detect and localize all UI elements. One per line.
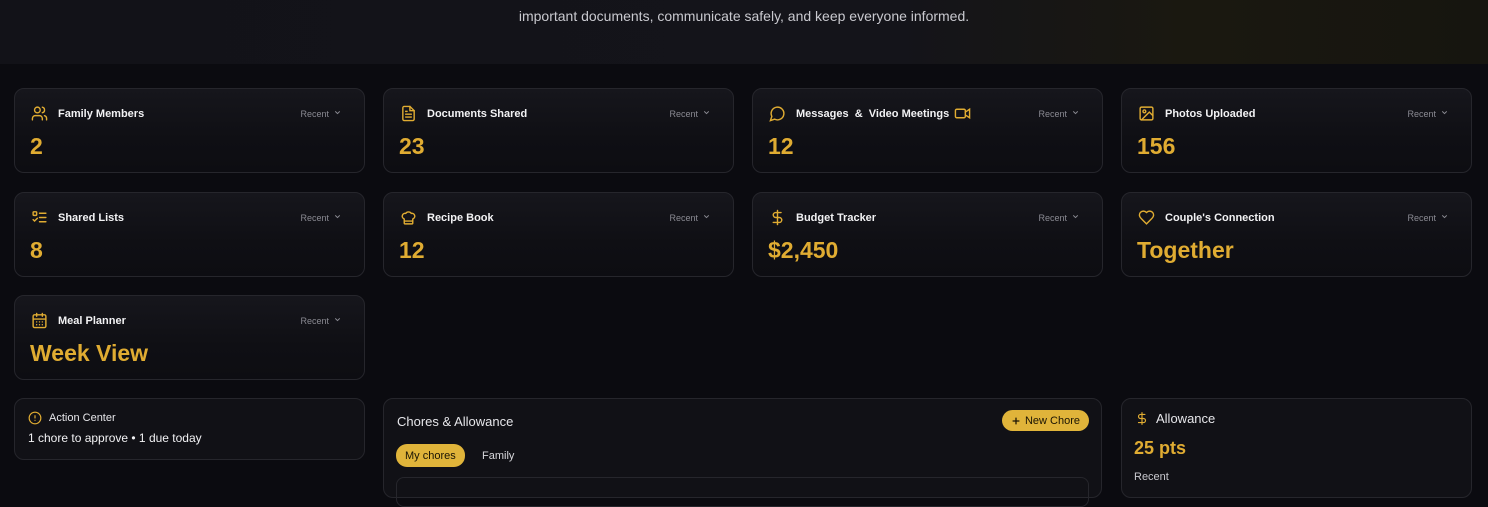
heart-icon: [1138, 209, 1155, 226]
tab-label: Family: [482, 450, 515, 462]
allowance-subtitle: Recent: [1134, 471, 1169, 483]
filter-label: Recent: [300, 315, 329, 326]
filter-dropdown[interactable]: Recent: [1038, 108, 1080, 119]
tab-label: My chores: [405, 449, 456, 462]
checklist-icon: [31, 209, 48, 226]
card-title: Budget Tracker: [796, 211, 877, 224]
chevron-down-icon: [1440, 108, 1449, 119]
allowance-value: 25 pts: [1134, 438, 1187, 458]
card-photos-uploaded[interactable]: Photos Uploaded Recent 156: [1121, 88, 1472, 173]
dollar-icon: [769, 209, 786, 226]
card-recipe-book[interactable]: Recipe Book Recent 12: [383, 192, 734, 277]
filter-dropdown[interactable]: Recent: [300, 108, 342, 119]
filter-dropdown[interactable]: Recent: [669, 212, 711, 223]
chores-title: Chores & Allowance: [397, 414, 514, 429]
chores-panel: Chores & Allowance New Chore My chores F…: [383, 398, 1102, 507]
card-budget-tracker[interactable]: Budget Tracker Recent $2,450: [752, 192, 1103, 277]
filter-dropdown[interactable]: Recent: [1407, 108, 1449, 119]
chat-bubble-icon: [769, 105, 786, 122]
alert-circle-icon: [28, 411, 42, 425]
image-icon: [1138, 105, 1155, 122]
chef-hat-icon: [400, 209, 417, 226]
hero-description: important documents, communicate safely,…: [518, 8, 970, 24]
card-value: 23: [399, 133, 425, 159]
filter-dropdown[interactable]: Recent: [300, 315, 342, 326]
filter-label: Recent: [1038, 108, 1067, 119]
card-messages-video-meetings[interactable]: Messages & Video Meetings Recent 12: [752, 88, 1103, 173]
filter-dropdown[interactable]: Recent: [669, 108, 711, 119]
allowance-title: Allowance: [1156, 411, 1216, 426]
card-meal-planner[interactable]: Meal Planner Recent Week View: [14, 295, 365, 380]
hero-banner: important documents, communicate safely,…: [0, 0, 1488, 64]
card-value: 8: [30, 237, 43, 263]
card-title: Couple's Connection: [1165, 211, 1275, 224]
tab-family[interactable]: Family: [482, 450, 514, 462]
card-value: $2,450: [768, 237, 839, 263]
chevron-down-icon: [1071, 108, 1080, 119]
calendar-icon: [31, 312, 48, 329]
card-value: 12: [768, 133, 794, 159]
action-center-summary: 1 chore to approve • 1 due today: [28, 431, 202, 445]
filter-label: Recent: [300, 108, 329, 119]
card-title: Photos Uploaded: [1165, 107, 1256, 120]
card-title: Family Members: [58, 107, 145, 120]
document-icon: [400, 105, 417, 122]
tab-my-chores[interactable]: My chores: [396, 444, 465, 467]
chevron-down-icon: [333, 108, 342, 119]
card-value: 2: [30, 133, 43, 159]
allowance-panel: Allowance 25 pts Recent: [1121, 398, 1472, 498]
plus-icon: [1011, 416, 1021, 426]
video-camera-icon: [953, 105, 972, 122]
filter-label: Recent: [1038, 212, 1067, 223]
chevron-down-icon: [333, 212, 342, 223]
chevron-down-icon: [702, 212, 711, 223]
new-chore-label: New Chore: [1024, 414, 1080, 427]
filter-label: Recent: [669, 212, 698, 223]
filter-dropdown[interactable]: Recent: [300, 212, 342, 223]
card-title: Documents Shared: [427, 107, 528, 120]
action-center-panel[interactable]: Action Center 1 chore to approve • 1 due…: [14, 398, 365, 460]
filter-label: Recent: [1407, 108, 1436, 119]
filter-label: Recent: [1407, 212, 1436, 223]
action-center-title: Action Center: [49, 412, 116, 424]
users-icon: [31, 105, 48, 122]
chevron-down-icon: [1071, 212, 1080, 223]
card-value: Together: [1137, 237, 1234, 263]
dollar-icon: [1135, 411, 1149, 426]
card-family-members[interactable]: Family Members Recent 2: [14, 88, 365, 173]
card-title: Recipe Book: [427, 211, 494, 224]
filter-label: Recent: [669, 108, 698, 119]
card-title: Shared Lists: [58, 211, 125, 224]
chevron-down-icon: [333, 315, 342, 326]
card-title: Messages & Video Meetings: [796, 107, 950, 120]
chores-list-container: [396, 477, 1089, 507]
card-value: Week View: [30, 340, 149, 366]
chevron-down-icon: [702, 108, 711, 119]
chevron-down-icon: [1440, 212, 1449, 223]
card-value: 156: [1137, 133, 1176, 159]
card-documents-shared[interactable]: Documents Shared Recent 23: [383, 88, 734, 173]
filter-label: Recent: [300, 212, 329, 223]
card-couples-connection[interactable]: Couple's Connection Recent Together: [1121, 192, 1472, 277]
filter-dropdown[interactable]: Recent: [1038, 212, 1080, 223]
new-chore-button[interactable]: New Chore: [1001, 410, 1089, 431]
card-value: 12: [399, 237, 425, 263]
filter-dropdown[interactable]: Recent: [1407, 212, 1449, 223]
card-title: Meal Planner: [58, 314, 126, 327]
card-shared-lists[interactable]: Shared Lists Recent 8: [14, 192, 365, 277]
